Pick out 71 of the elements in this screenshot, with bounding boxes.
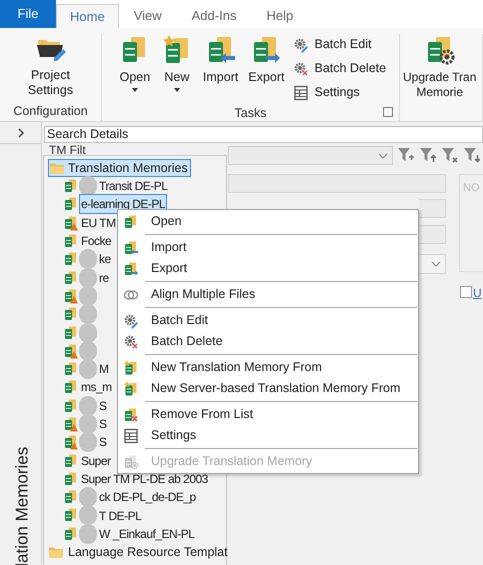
text-field[interactable] — [419, 199, 446, 218]
tree-item[interactable]: W _Einkauf_EN-PL — [97, 524, 196, 544]
database-arrow-icon — [123, 260, 139, 276]
group-label: Configuration — [13, 103, 88, 120]
tree-item[interactable]: Super — [79, 450, 113, 471]
field-label: TM Filt — [49, 143, 86, 155]
tree-item[interactable]: Language Resource Templat — [48, 542, 228, 561]
tree-item[interactable]: re — [97, 268, 111, 288]
tree-item[interactable]: S — [97, 396, 109, 416]
filter-icon[interactable] — [419, 147, 436, 163]
ribbon-button[interactable]: Import — [198, 34, 242, 85]
chevron-icon — [431, 261, 441, 267]
ribbon-tab[interactable]: File — [0, 0, 56, 28]
menu-item[interactable]: Remove From List — [118, 404, 417, 425]
tree-item[interactable]: EU TM — [79, 212, 118, 233]
tree-item[interactable]: ms_m — [79, 377, 114, 398]
gear-pencil-icon — [123, 312, 139, 328]
ribbon-button[interactable]: Project Settings — [10, 34, 90, 98]
filter-icon[interactable] — [463, 147, 480, 163]
menu-item[interactable]: New Translation Memory From — [118, 357, 417, 378]
menu-item[interactable]: New Server-based Translation Memory From — [118, 378, 417, 399]
database-cross-icon — [123, 406, 139, 422]
tree-item[interactable]: Focke — [79, 231, 114, 252]
gear-pencil-icon — [292, 36, 308, 52]
menu-item[interactable]: Export — [118, 258, 417, 279]
menu-item[interactable]: Settings — [118, 425, 417, 446]
database-arrow-icon — [123, 240, 139, 256]
filter-icon[interactable] — [397, 147, 414, 163]
ribbon-small-button[interactable]: Settings — [292, 82, 386, 103]
ribbon-small-button[interactable]: Batch Edit — [292, 34, 386, 55]
tree-item[interactable]: Transit DE-PL — [97, 176, 170, 196]
database-star-icon — [123, 380, 139, 396]
ribbon-button[interactable]: Open — [114, 34, 155, 92]
dropdown-field[interactable] — [419, 254, 446, 274]
caret-icon — [174, 88, 180, 92]
ribbon-tab[interactable]: Help — [251, 4, 308, 28]
tree-item[interactable]: ke — [97, 249, 113, 270]
section-header: Search Details — [44, 126, 483, 143]
ribbon-button[interactable]: Export — [244, 34, 288, 85]
text-field[interactable] — [419, 225, 446, 244]
tree-item[interactable]: Translation Memories — [48, 159, 191, 177]
tree-item[interactable]: T DE-PL — [97, 506, 144, 526]
chevron-icon — [378, 152, 388, 158]
menu-item[interactable]: Batch Edit — [118, 310, 417, 331]
ribbon-button[interactable]: Upgrade Tran Memorie — [403, 34, 476, 100]
text-field[interactable] — [228, 174, 446, 193]
checkbox[interactable] — [460, 286, 472, 298]
group-label: Tasks — [234, 105, 266, 121]
table-icon — [292, 84, 308, 100]
ribbon-tab[interactable]: View — [118, 4, 177, 28]
table-icon — [123, 428, 139, 444]
tree-item[interactable]: M — [97, 359, 110, 380]
caret-icon — [132, 88, 138, 92]
tree-item[interactable]: S — [97, 414, 109, 434]
ribbon-small-button[interactable]: Batch Delete — [292, 58, 386, 79]
tree-item[interactable]: ck DE-PL_de-DE_p — [97, 487, 198, 508]
database-gear-icon — [123, 454, 139, 470]
menu-item[interactable]: Batch Delete — [118, 331, 417, 352]
ribbon-button[interactable]: New — [156, 34, 197, 92]
database-folder-icon — [123, 214, 139, 230]
dialog-launcher-icon[interactable] — [383, 107, 393, 117]
tree-item[interactable]: S — [97, 432, 109, 452]
database-star-icon — [123, 360, 139, 376]
gear-cross-icon — [123, 334, 139, 350]
menu-item[interactable]: Align Multiple Files — [118, 284, 417, 305]
menu-item[interactable]: Import — [118, 237, 417, 258]
ribbon-tab[interactable]: Add-Ins — [176, 4, 252, 28]
ribbon-tab[interactable]: Home — [56, 4, 119, 28]
checkbox-label[interactable]: U — [473, 284, 482, 302]
gear-cross-icon — [292, 60, 308, 76]
filter-icon[interactable] — [441, 147, 458, 163]
